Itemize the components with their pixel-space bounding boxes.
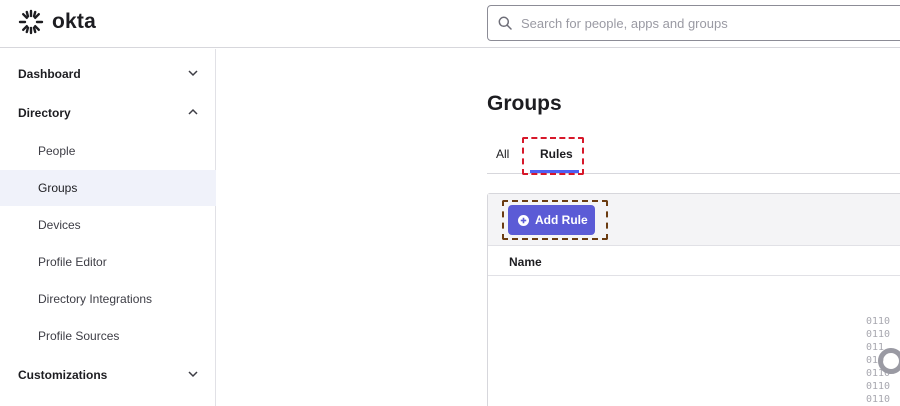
nav-section-label: Dashboard (18, 67, 81, 81)
binary-line: 0110 (866, 316, 891, 327)
sidebar-item-label: Devices (38, 218, 81, 232)
global-search[interactable] (487, 5, 900, 41)
chevron-down-icon (188, 70, 198, 77)
column-header-name: Name (509, 255, 542, 269)
binary-line: 0110 (866, 329, 891, 340)
loading-spinner-icon (878, 348, 900, 374)
sidebar-item-label: Groups (38, 181, 78, 195)
sidebar-item-label: Directory Integrations (38, 292, 153, 306)
sidebar-item-profile-editor[interactable]: Profile Editor (0, 244, 216, 280)
sidebar-item-devices[interactable]: Devices (0, 207, 216, 243)
search-icon (498, 16, 512, 30)
nav-section-directory[interactable]: Directory (0, 95, 216, 131)
sidebar-item-profile-sources[interactable]: Profile Sources (0, 318, 216, 354)
tab-all[interactable]: All (496, 147, 509, 161)
binary-line: 0110 (866, 381, 891, 392)
sidebar-item-directory-integrations[interactable]: Directory Integrations (0, 281, 216, 317)
column-header-divider (488, 275, 900, 276)
sidebar-item-label: People (38, 144, 76, 158)
sidebar-item-groups[interactable]: Groups (0, 170, 216, 206)
okta-logo[interactable]: okta (18, 9, 96, 35)
okta-sunburst-icon (18, 9, 44, 35)
sidebar: Dashboard Directory People Groups Device… (0, 49, 216, 406)
rules-tab-highlight (522, 137, 584, 175)
logo-text: okta (52, 10, 96, 33)
sidebar-item-label: Profile Sources (38, 329, 120, 343)
nav-section-label: Customizations (18, 368, 108, 382)
chevron-down-icon (188, 371, 198, 378)
nav-section-dashboard[interactable]: Dashboard (0, 56, 216, 92)
sidebar-item-label: Profile Editor (38, 255, 107, 269)
sidebar-item-people[interactable]: People (0, 133, 216, 169)
nav-section-customizations[interactable]: Customizations (0, 357, 216, 393)
top-header: okta (0, 0, 900, 48)
search-input[interactable] (521, 15, 881, 31)
add-rule-highlight (502, 200, 608, 240)
nav-section-label: Directory (18, 106, 71, 120)
chevron-up-icon (188, 108, 198, 115)
binary-line: 0110 (866, 394, 891, 405)
page-title: Groups (487, 92, 562, 115)
